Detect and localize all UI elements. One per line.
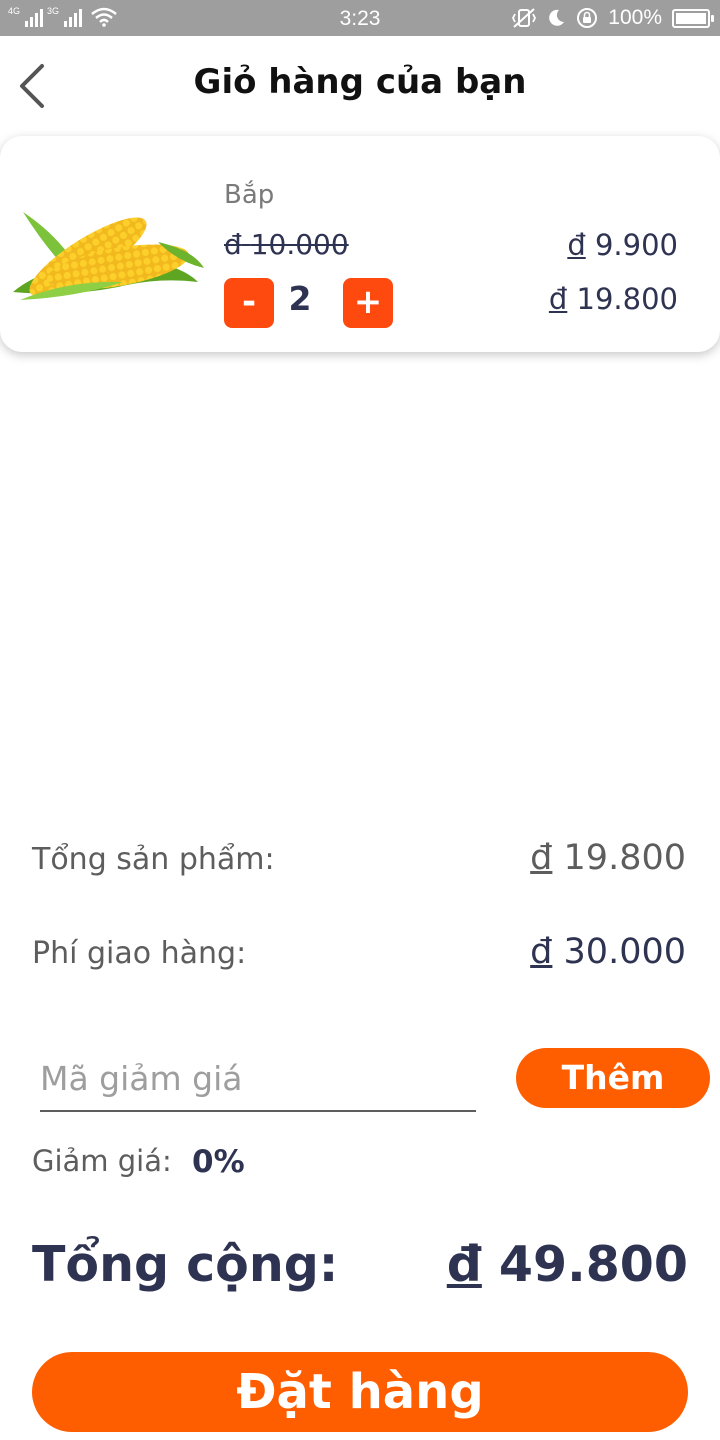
cart-item-card: Bắp đ 10.000 đ 9.900 - 2 + đ 19.800 <box>0 136 720 352</box>
shipping-label: Phí giao hàng: <box>32 936 247 971</box>
currency-symbol: đ <box>530 838 553 878</box>
discount-label: Giảm giá: <box>32 1144 172 1178</box>
unit-price-value: 9.900 <box>594 228 678 262</box>
item-unit-price: đ 9.900 <box>567 228 678 262</box>
item-line-total: đ 19.800 <box>549 282 678 316</box>
total-label: Tổng cộng: <box>32 1236 339 1293</box>
total-value: đ 49.800 <box>447 1236 688 1293</box>
item-name: Bắp <box>224 180 275 210</box>
line-total-value: 19.800 <box>576 282 678 316</box>
rotation-lock-icon <box>577 8 598 28</box>
currency-symbol: đ <box>548 282 568 316</box>
decrease-quantity-button[interactable]: - <box>224 278 274 328</box>
subtotal-label: Tổng sản phẩm: <box>32 842 275 877</box>
battery-percent: 100% <box>608 6 662 29</box>
status-right: 100% <box>512 6 714 30</box>
moon-icon <box>549 9 565 26</box>
subtotal-value: đ 19.800 <box>530 838 686 878</box>
discount-value: 0% <box>192 1144 245 1180</box>
coupon-code-input[interactable] <box>40 1046 476 1112</box>
subtotal-amount: 19.800 <box>563 838 686 878</box>
header: Giỏ hàng của bạn <box>0 36 720 132</box>
corn-image <box>13 212 204 300</box>
status-bar: 4G 3G 3:23 100% <box>0 0 720 36</box>
item-old-price: đ 10.000 <box>224 228 349 261</box>
old-price-value: 10.000 <box>250 228 349 261</box>
currency-symbol: đ <box>567 228 586 262</box>
battery-fill <box>676 12 706 24</box>
increase-quantity-button[interactable]: + <box>343 278 393 328</box>
item-quantity: 2 <box>288 279 312 318</box>
vibrate-icon <box>512 8 537 28</box>
currency-symbol: đ <box>530 932 553 972</box>
shipping-value: đ 30.000 <box>530 932 686 972</box>
currency-symbol: đ <box>224 228 242 261</box>
battery-icon <box>672 8 714 28</box>
currency-symbol: đ <box>446 1236 482 1293</box>
place-order-button[interactable]: Đặt hàng <box>32 1352 688 1432</box>
shipping-amount: 30.000 <box>563 932 686 972</box>
add-coupon-button[interactable]: Thêm <box>516 1048 710 1108</box>
page-title: Giỏ hàng của bạn <box>193 62 527 102</box>
total-amount: 49.800 <box>498 1236 688 1293</box>
